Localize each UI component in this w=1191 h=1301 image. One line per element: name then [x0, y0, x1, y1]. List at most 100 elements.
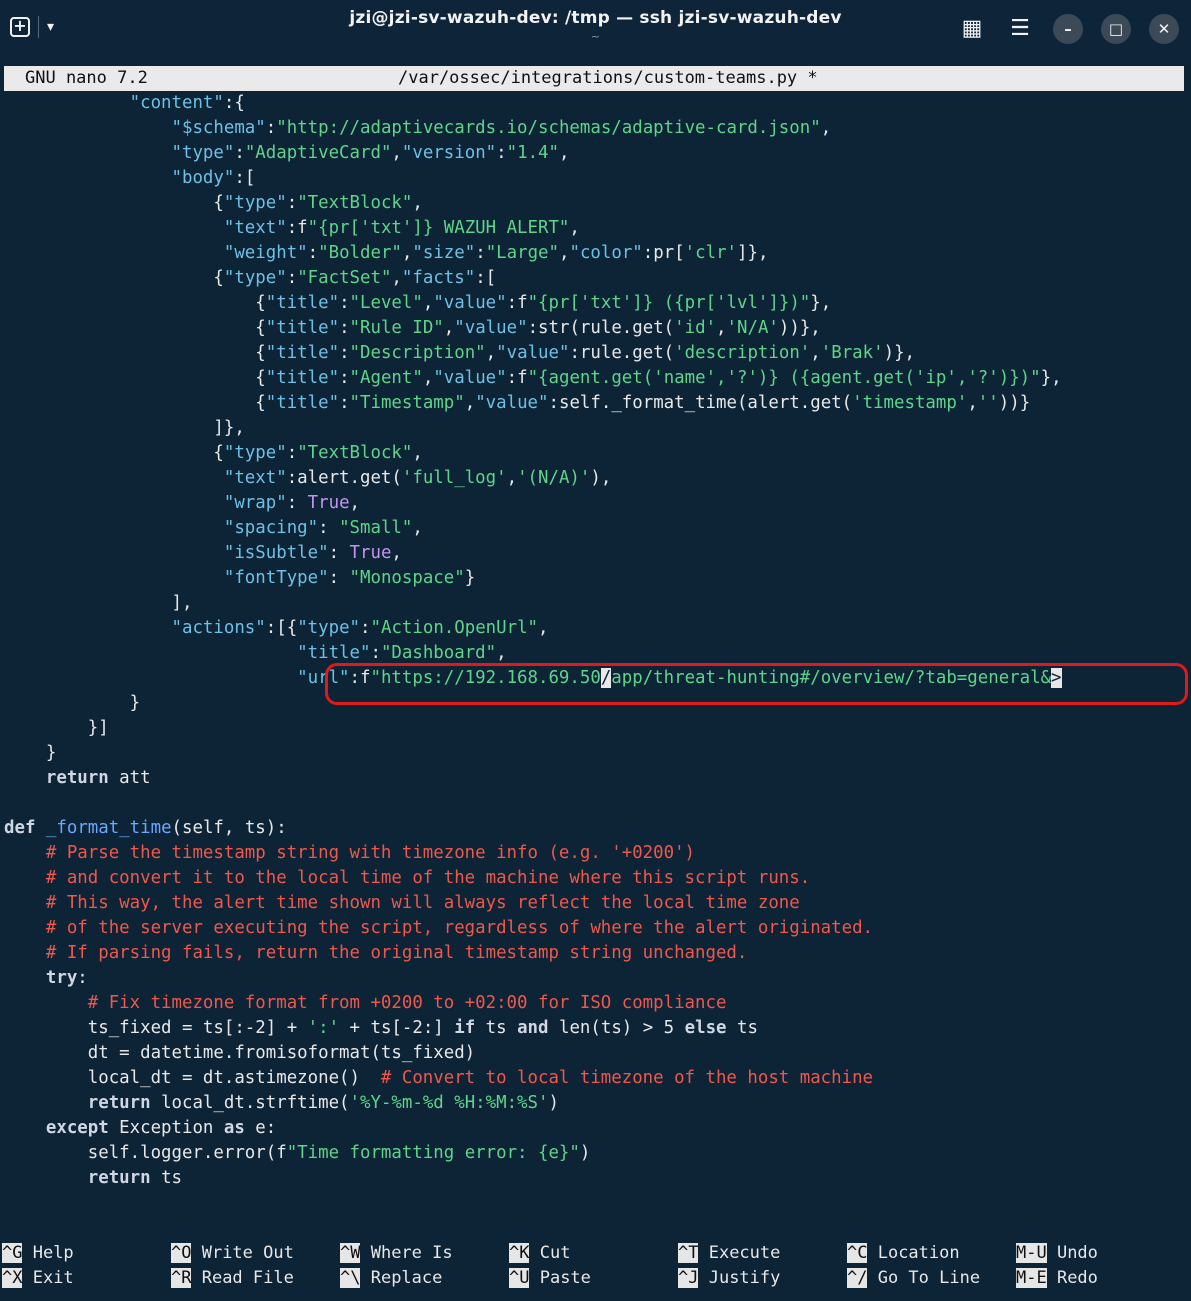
shortcut-key: ^U [509, 1268, 530, 1288]
code-token: True [349, 543, 392, 563]
shortcut-key: ^W [340, 1243, 361, 1263]
code-token: :alert.get( [286, 468, 402, 488]
code-token: "Time formatting error: {e}" [286, 1143, 580, 1163]
code-token: 'Brak' [820, 343, 884, 363]
shortcut-cut[interactable]: ^K Cut [509, 1241, 570, 1266]
shortcut-key: ^/ [847, 1268, 868, 1288]
code-line: "$schema":"http://adaptivecards.io/schem… [4, 116, 1191, 141]
nano-version: GNU nano 7.2 [25, 68, 148, 88]
code-token: : [265, 118, 277, 138]
code-token: "type" [223, 193, 287, 213]
code-token: : [475, 243, 486, 263]
shortcut-go-to-line[interactable]: ^/ Go To Line [847, 1266, 980, 1291]
code-token: "facts" [401, 268, 476, 288]
code-token: ]}, [4, 418, 245, 438]
code-token: att [108, 768, 151, 788]
code-token: : [339, 343, 350, 363]
code-line: "wrap": True, [4, 491, 1191, 516]
shortcut-label: Redo [1046, 1268, 1098, 1288]
code-token: "1.4" [506, 143, 559, 163]
code-editor[interactable]: "content":{ "$schema":"http://adaptiveca… [4, 91, 1191, 1191]
code-token: { [4, 443, 224, 463]
code-token: : [339, 293, 350, 313]
code-line: ]}, [4, 416, 1191, 441]
menu-icon[interactable]: ☰ [1005, 14, 1035, 44]
code-token: "AdaptiveCard" [244, 143, 392, 163]
code-token: }, [810, 293, 832, 313]
code-line: local_dt = dt.astimezone() # Convert to … [4, 1066, 1191, 1091]
code-token: ts_fixed = ts[:-2] + [4, 1018, 308, 1038]
code-line: # Fix timezone format from +0200 to +02:… [4, 991, 1191, 1016]
code-token: "TextBlock" [297, 443, 413, 463]
shortcut-key: ^T [678, 1243, 699, 1263]
code-token: "Level" [349, 293, 423, 313]
code-token: "type" [4, 143, 235, 163]
shortcut-read-file[interactable]: ^R Read File [171, 1266, 294, 1291]
code-token: , [391, 143, 402, 163]
code-line: return ts [4, 1166, 1191, 1191]
code-token: ))} [998, 393, 1031, 413]
shortcut-redo[interactable]: M-E Redo [1016, 1266, 1098, 1291]
maximize-icon[interactable]: □ [1101, 14, 1131, 44]
code-token: , [496, 643, 507, 663]
code-token: "{pr['txt']} WAZUH ALERT" [307, 218, 570, 238]
code-token: ]}, [737, 243, 769, 263]
shortcut-undo[interactable]: M-U Undo [1016, 1241, 1098, 1266]
code-line: # and convert it to the local time of th… [4, 866, 1191, 891]
code-line: # If parsing fails, return the original … [4, 941, 1191, 966]
shortcut-replace[interactable]: ^\ Replace [340, 1266, 442, 1291]
code-token: "$schema" [4, 118, 266, 138]
code-token: "value" [496, 343, 570, 363]
code-token: "version" [401, 143, 497, 163]
grid-icon[interactable]: ▦ [957, 14, 987, 44]
code-token: ts [726, 1018, 758, 1038]
close-icon[interactable]: ✕ [1149, 14, 1179, 44]
code-token: , [412, 443, 423, 463]
shortcut-label: Replace [360, 1268, 443, 1288]
code-token: # and convert it to the local time of th… [4, 868, 811, 888]
code-token: # If parsing fails, return the original … [4, 943, 748, 963]
shortcut-justify[interactable]: ^J Justify [678, 1266, 780, 1291]
shortcut-execute[interactable]: ^T Execute [678, 1241, 780, 1266]
code-token: ) [579, 1143, 591, 1163]
code-line: "fontType": "Monospace"} [4, 566, 1191, 591]
code-token: len(ts) > 5 [548, 1018, 685, 1038]
code-token: , [820, 118, 832, 138]
minimize-icon[interactable]: – [1053, 14, 1083, 44]
code-token: self.logger.error(f [4, 1143, 287, 1163]
code-token: }, [1040, 368, 1062, 388]
shortcut-location[interactable]: ^C Location [847, 1241, 960, 1266]
code-token: "text" [4, 468, 287, 488]
shortcut-help[interactable]: ^G Help [2, 1241, 74, 1266]
code-token: "{agent.get('name','?')} ({agent.get('ip… [527, 368, 1041, 388]
code-token: "size" [412, 243, 476, 263]
code-token: _format_time [45, 818, 172, 838]
code-token: "title" [265, 293, 340, 313]
shortcut-label: Undo [1046, 1243, 1098, 1263]
shortcut-label: Cut [529, 1243, 571, 1263]
code-line: "isSubtle": True, [4, 541, 1191, 566]
shortcut-label: Paste [529, 1268, 591, 1288]
code-token: "{pr['txt']} ({pr['lvl']})" [527, 293, 811, 313]
code-line: dt = datetime.fromisoformat(ts_fixed) [4, 1041, 1191, 1066]
code-token: "title" [265, 318, 340, 338]
code-line: "actions":[{"type":"Action.OpenUrl", [4, 616, 1191, 641]
code-token: "Small" [339, 518, 413, 538]
code-token: as [223, 1118, 245, 1138]
code-token: try [4, 968, 78, 988]
shortcut-key: ^K [509, 1243, 530, 1263]
shortcut-exit[interactable]: ^X Exit [2, 1266, 74, 1291]
shortcut-paste[interactable]: ^U Paste [509, 1266, 591, 1291]
code-token: "http://adaptivecards.io/schemas/adaptiv… [276, 118, 821, 138]
code-token: "url" [4, 668, 350, 688]
code-token: 'timestamp' [852, 393, 968, 413]
shortcut-write-out[interactable]: ^O Write Out [171, 1241, 294, 1266]
code-token: local_dt.strftime( [150, 1093, 350, 1113]
shortcut-where-is[interactable]: ^W Where Is [340, 1241, 453, 1266]
code-token: : [286, 493, 308, 513]
shortcut-key: ^J [678, 1268, 699, 1288]
code-token: , [716, 318, 727, 338]
shortcut-label: Go To Line [867, 1268, 981, 1288]
code-token: } [4, 693, 141, 713]
code-token: dt = datetime.fromisoformat(ts_fixed) [4, 1043, 476, 1063]
